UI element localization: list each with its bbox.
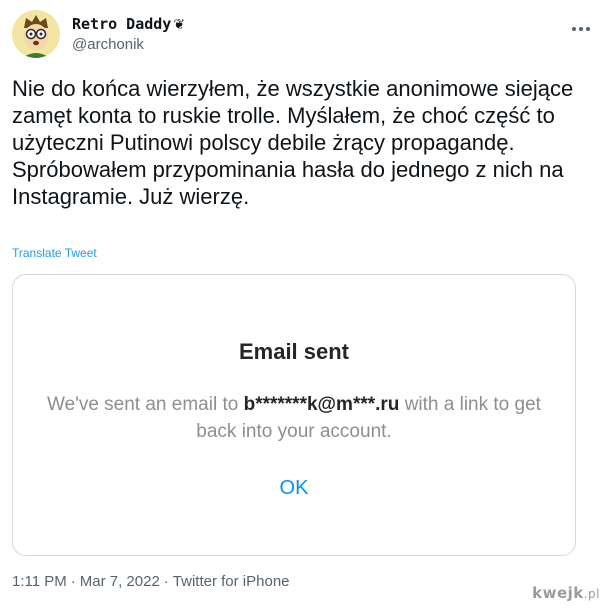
watermark-text: kwejk [532, 584, 584, 602]
tweet-source[interactable]: Twitter for iPhone [173, 573, 290, 590]
heart-emoji-icon: ❦ [173, 17, 186, 33]
dialog-message-prefix: We've sent an email to [47, 394, 244, 415]
kwejk-watermark: kwejk.pl [532, 584, 600, 602]
masked-email: b*******k@m***.ru [243, 394, 400, 415]
display-name-text: Retro Daddy [72, 15, 172, 33]
tweet-date[interactable]: Mar 7, 2022 [80, 573, 160, 590]
translate-tweet-link[interactable]: Translate Tweet [12, 246, 97, 260]
meta-separator-2: · [163, 573, 169, 590]
tweet-meta: 1:11 PM · Mar 7, 2022 · Twitter for iPhone [12, 573, 290, 590]
more-options-button[interactable] [570, 18, 592, 40]
user-handle[interactable]: @archonik [72, 35, 185, 55]
tweet-time[interactable]: 1:11 PM [12, 573, 67, 590]
dialog-title: Email sent [238, 339, 350, 364]
meta-separator: · [70, 573, 76, 590]
tweet-paragraph-2: Spróbowałem przypominania hasła do jedne… [12, 157, 564, 209]
ellipsis-icon [572, 27, 590, 31]
tweet-header: Retro Daddy ❦ @archonik [12, 10, 598, 62]
attached-image[interactable]: Email sent We've sent an email to b*****… [12, 274, 576, 556]
dialog-message: We've sent an email to b*******k@m***.ru… [33, 391, 555, 445]
watermark-suffix: .pl [583, 587, 600, 601]
display-name[interactable]: Retro Daddy ❦ [72, 14, 185, 35]
tweet-text: Nie do końca wierzyłem, że wszystkie ano… [12, 75, 592, 210]
tweet-paragraph-1: Nie do końca wierzyłem, że wszystkie ano… [12, 76, 574, 155]
tweet: Retro Daddy ❦ @archonik Nie do końca wier… [0, 0, 610, 610]
avatar[interactable] [12, 10, 60, 58]
name-block: Retro Daddy ❦ @archonik [72, 14, 185, 55]
dialog-ok-button: OK [279, 477, 309, 499]
avatar-image [12, 10, 60, 58]
